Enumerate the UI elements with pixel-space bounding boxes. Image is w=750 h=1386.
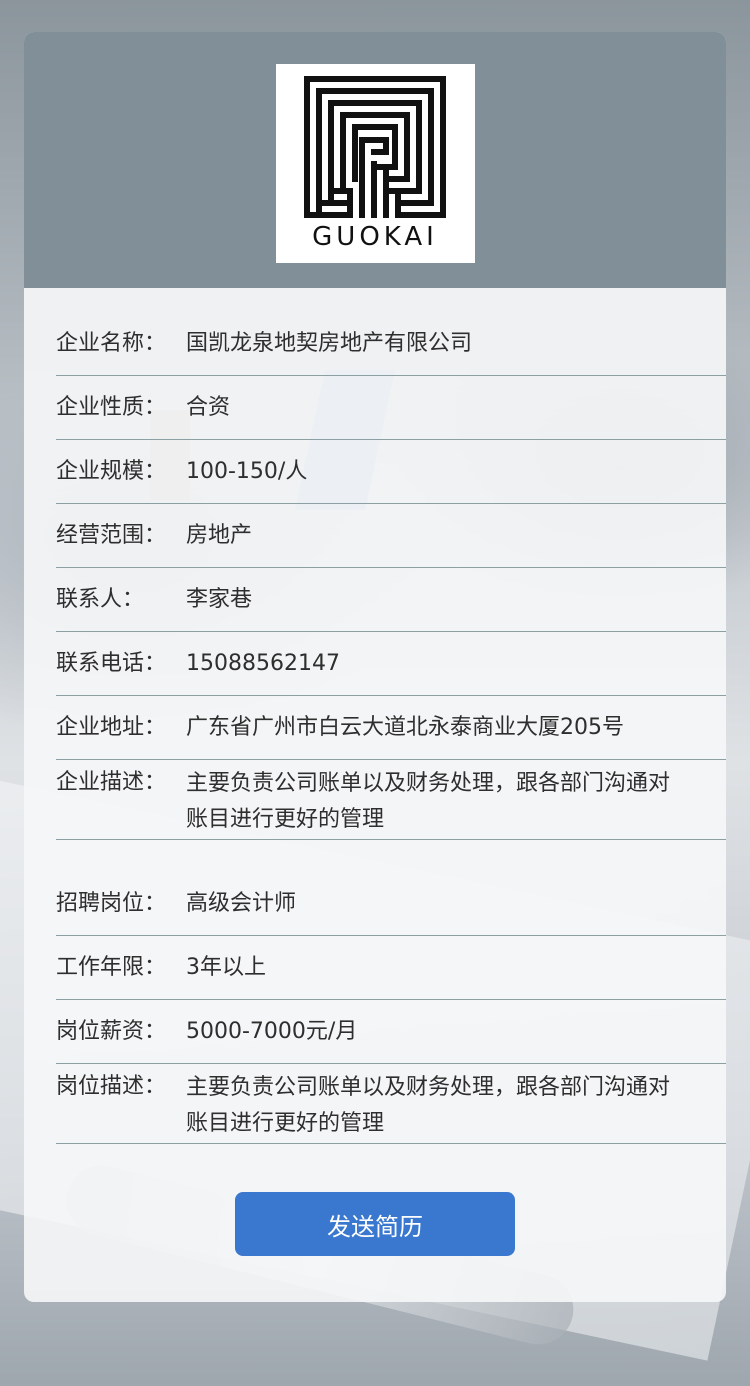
send-resume-button[interactable]: 发送简历 (235, 1192, 515, 1256)
info-label: 岗位薪资： (56, 1018, 167, 1044)
info-row-contact-person: 联系人： 李家巷 (56, 568, 726, 632)
company-info-list: 企业名称： 国凯龙泉地契房地产有限公司 企业性质： 合资 企业规模： 100-1… (24, 288, 726, 1144)
info-row-contact-phone: 联系电话： 15088562147 (56, 632, 726, 696)
info-value: 主要负责公司账单以及财务处理，跟各部门沟通对账目进行更好的管理 (186, 1075, 671, 1136)
info-value: 国凯龙泉地契房地产有限公司 (186, 330, 473, 356)
info-value[interactable]: 15088562147 (186, 646, 726, 682)
info-label: 联系人： (56, 586, 145, 612)
info-row-business-scope: 经营范围： 房地产 (56, 504, 726, 568)
info-row-job-title: 招聘岗位： 高级会计师 (56, 872, 726, 936)
info-label: 企业名称： (56, 330, 167, 356)
info-label: 联系电话： (56, 650, 167, 676)
info-label: 经营范围： (56, 522, 167, 548)
company-header: GUOKAI (24, 32, 726, 288)
info-value: 高级会计师 (186, 890, 297, 916)
info-value: 广东省广州市白云大道北永泰商业大厦205号 (186, 714, 624, 740)
info-row-company-description: 企业描述： 主要负责公司账单以及财务处理，跟各部门沟通对账目进行更好的管理 (56, 760, 726, 840)
info-value: 合资 (186, 394, 231, 420)
info-row-company-address: 企业地址： 广东省广州市白云大道北永泰商业大厦205号 (56, 696, 726, 760)
button-container: 发送简历 (24, 1192, 726, 1256)
info-row-company-size: 企业规模： 100-150/人 (56, 440, 726, 504)
info-row-company-name: 企业名称： 国凯龙泉地契房地产有限公司 (56, 288, 726, 376)
job-detail-card: GUOKAI 企业名称： 国凯龙泉地契房地产有限公司 企业性质： 合资 企业规模… (24, 32, 726, 1302)
info-value: 主要负责公司账单以及财务处理，跟各部门沟通对账目进行更好的管理 (186, 771, 671, 832)
info-value: 100-150/人 (186, 458, 308, 484)
logo-text: GUOKAI (312, 222, 438, 252)
info-label: 企业性质： (56, 394, 167, 420)
info-value: 房地产 (186, 522, 253, 548)
info-label: 企业描述： (56, 770, 167, 795)
info-value: 5000-7000元/月 (186, 1018, 358, 1044)
maze-logo-icon (304, 76, 446, 218)
info-label: 工作年限： (56, 954, 167, 980)
info-label: 招聘岗位： (56, 890, 167, 916)
info-row-experience: 工作年限： 3年以上 (56, 936, 726, 1000)
info-value: 3年以上 (186, 954, 266, 980)
info-row-company-type: 企业性质： 合资 (56, 376, 726, 440)
company-logo: GUOKAI (275, 64, 475, 263)
info-row-job-description: 岗位描述： 主要负责公司账单以及财务处理，跟各部门沟通对账目进行更好的管理 (56, 1064, 726, 1144)
info-value: 李家巷 (186, 586, 253, 612)
info-label: 企业规模： (56, 458, 167, 484)
info-row-salary: 岗位薪资： 5000-7000元/月 (56, 1000, 726, 1064)
info-label: 企业地址： (56, 714, 167, 740)
section-divider (56, 840, 726, 872)
info-label: 岗位描述： (56, 1074, 167, 1099)
